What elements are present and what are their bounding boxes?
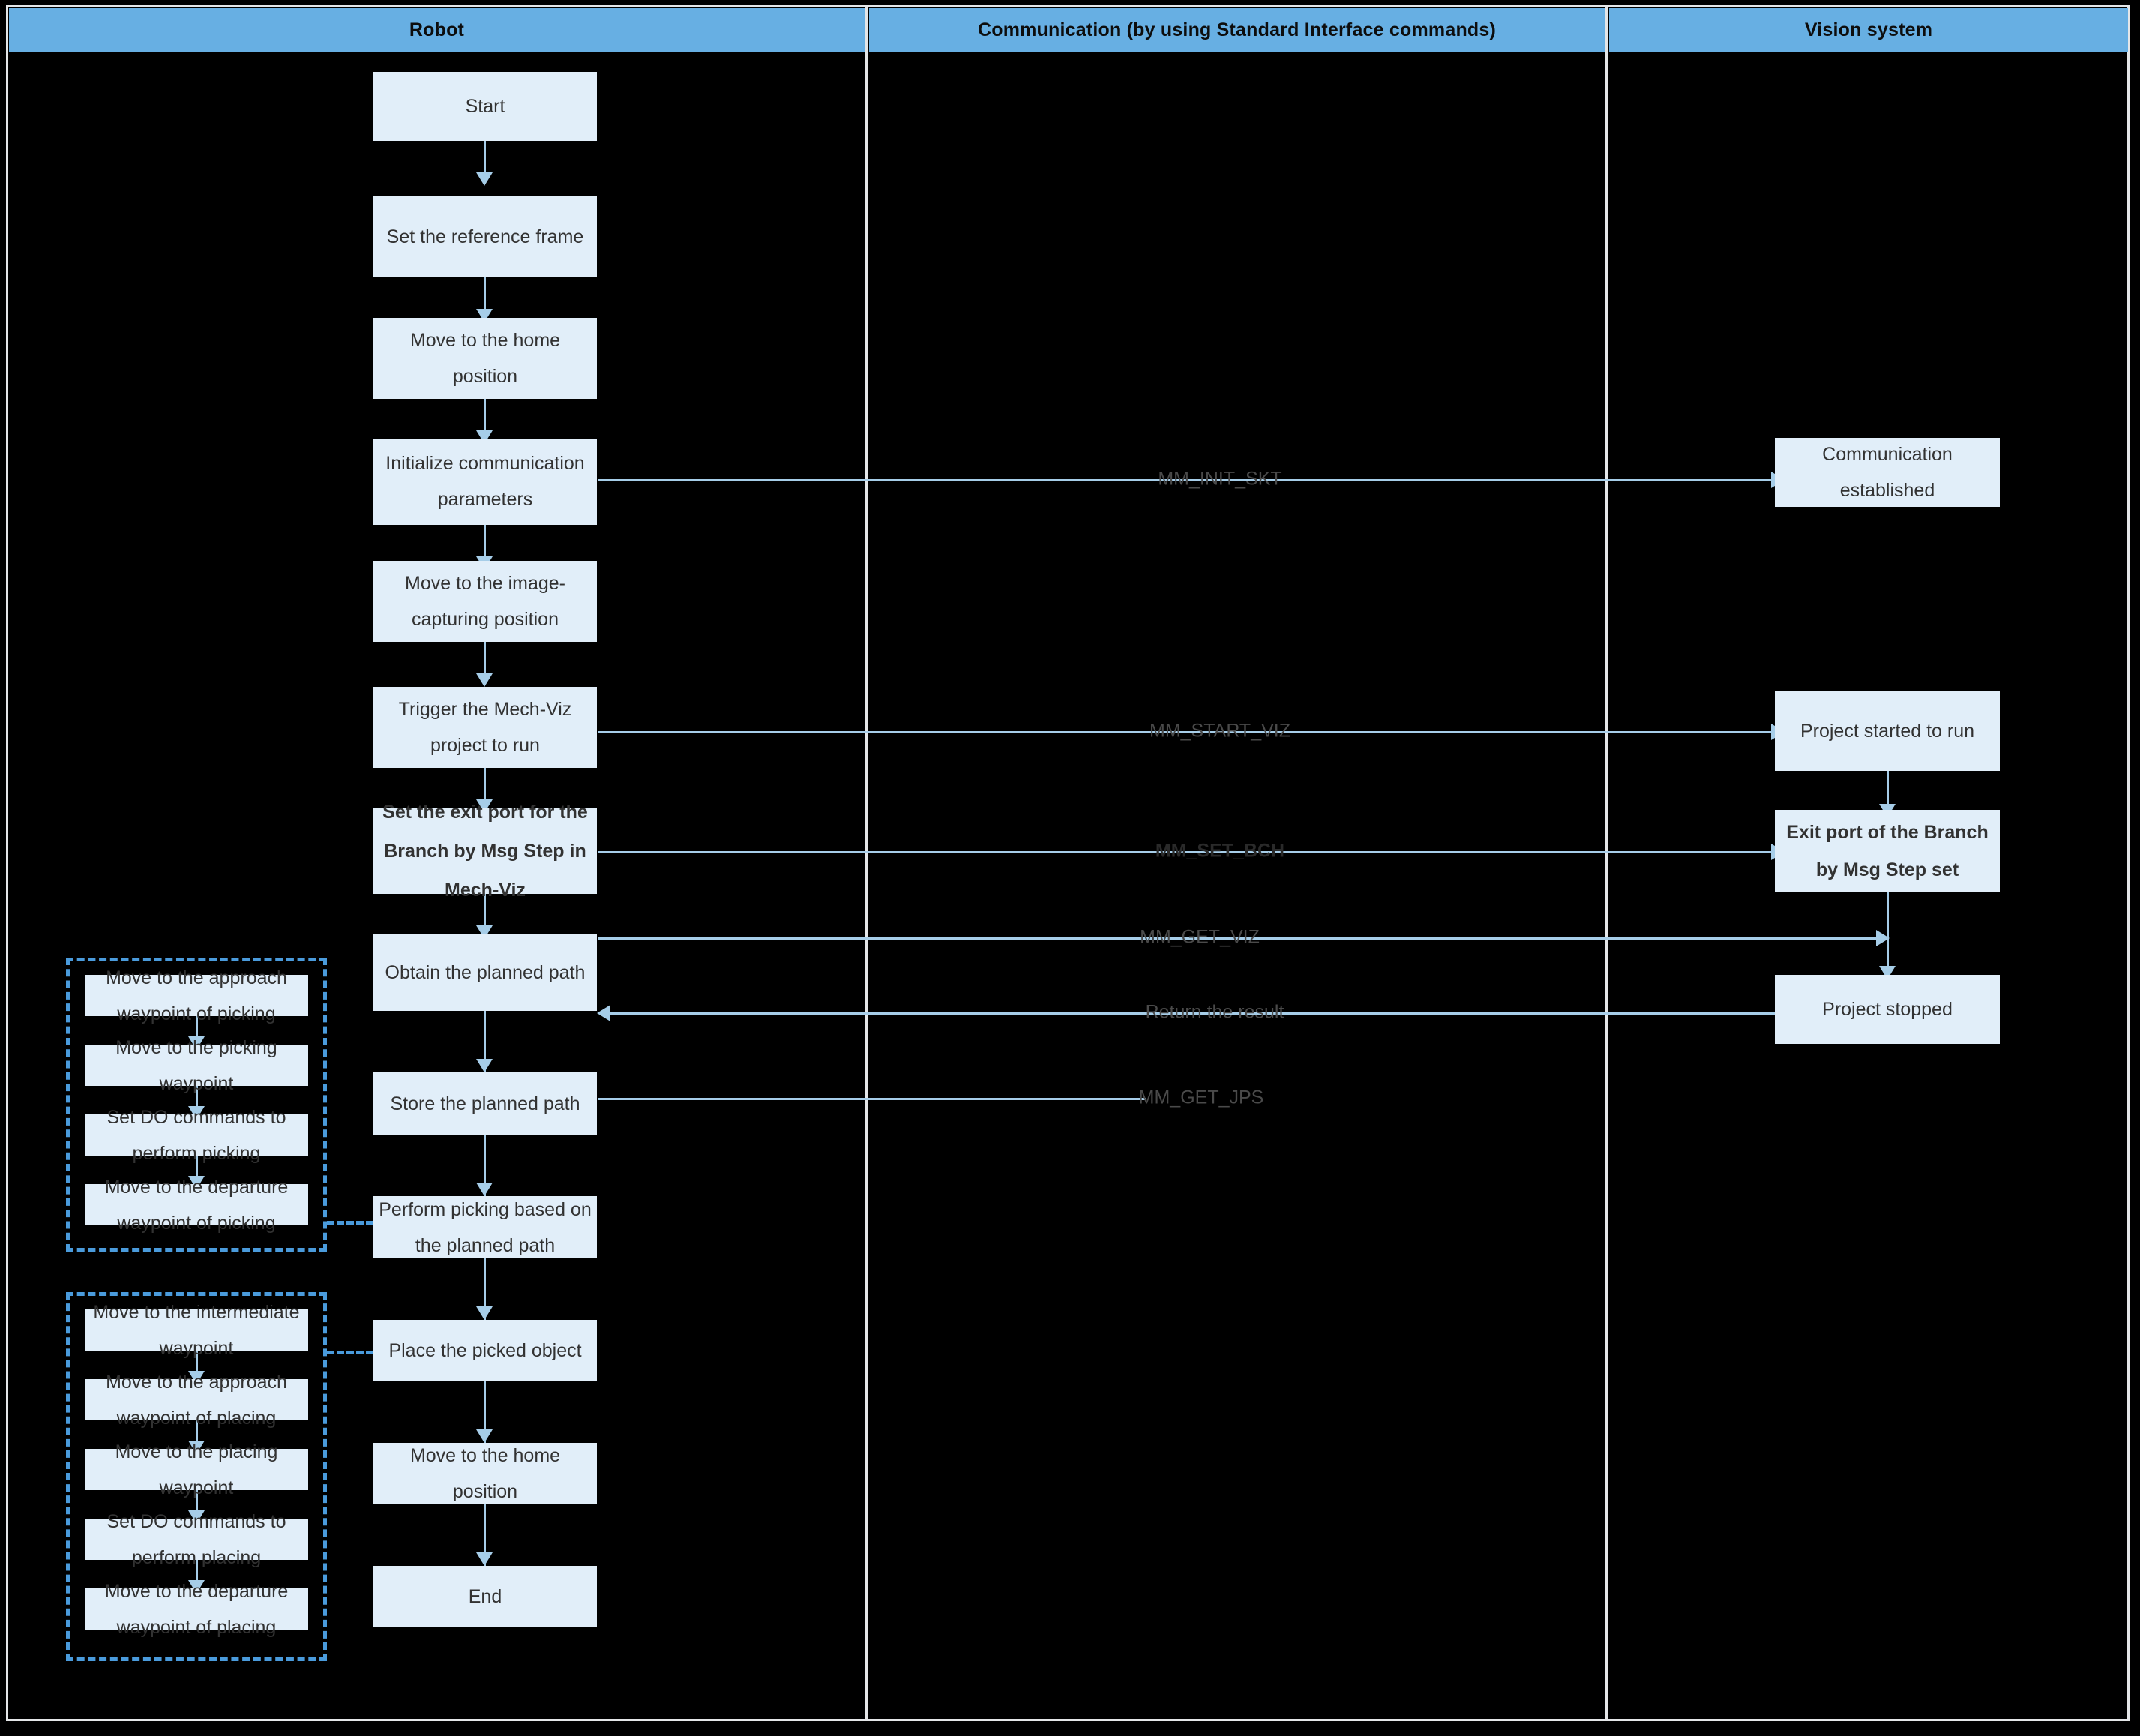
node-approach-waypoint-placing-label: Move to the approach waypoint of placing: [106, 1371, 287, 1429]
arrowhead-return-result: [597, 1005, 610, 1021]
flowchart-canvas: Robot Communication (by using Standard I…: [0, 0, 2140, 1736]
msglabel-mm-start-viz: MM_START_VIZ: [1149, 720, 1290, 742]
lane-divider-robot-communication: [865, 5, 868, 1721]
node-approach-waypoint-picking[interactable]: Move to the approach waypoint of picking: [85, 967, 308, 1024]
connector-home-to-init: [484, 399, 486, 435]
node-store-planned-path[interactable]: Store the planned path: [373, 1072, 597, 1135]
node-communication-established-label: Communication established: [1822, 444, 1953, 501]
msglabel-return-result: Return the result: [1145, 1001, 1284, 1023]
node-set-reference-frame[interactable]: Set the reference frame: [373, 196, 597, 277]
node-intermediate-waypoint[interactable]: Move to the intermediate waypoint: [85, 1302, 308, 1359]
node-obtain-planned-path[interactable]: Obtain the planned path: [373, 934, 597, 1011]
dashed-connector-picking-group: [327, 1221, 373, 1225]
node-obtain-planned-path-label: Obtain the planned path: [385, 962, 586, 983]
node-move-home-1-label: Move to the home position: [409, 330, 561, 387]
node-intermediate-waypoint-label: Move to the intermediate waypoint: [93, 1301, 300, 1359]
lane-divider-communication-vision: [1605, 5, 1608, 1721]
node-placing-waypoint-label: Move to the placing waypoint: [115, 1441, 278, 1498]
node-set-exit-port[interactable]: Set the exit port for the Branch by Msg …: [373, 802, 597, 901]
arrowhead-home-to-end: [476, 1552, 493, 1566]
node-communication-established[interactable]: Communication established: [1775, 438, 2000, 507]
lane-header-vision-label: Vision system: [1804, 19, 1933, 40]
lane-header-communication: Communication (by using Standard Interfa…: [869, 8, 1605, 52]
node-place-picked-object-label: Place the picked object: [388, 1340, 582, 1361]
node-departure-waypoint-placing[interactable]: Move to the departure waypoint of placin…: [85, 1581, 308, 1638]
connector-reference-to-home: [484, 277, 486, 313]
node-project-started-label: Project started to run: [1800, 721, 1975, 742]
msglabel-mm-get-viz: MM_GET_VIZ: [1140, 926, 1260, 948]
msglabel-mm-set-bch: MM_SET_BCH: [1155, 840, 1285, 862]
node-departure-waypoint-picking-label: Move to the departure waypoint of pickin…: [104, 1176, 289, 1234]
arrowhead-obtain-to-store: [476, 1059, 493, 1072]
node-move-image-capturing[interactable]: Move to the image-capturing position: [373, 561, 597, 642]
node-project-stopped-label: Project stopped: [1822, 999, 1953, 1020]
node-approach-waypoint-placing[interactable]: Move to the approach waypoint of placing: [85, 1372, 308, 1429]
connector-start-to-reference: [484, 141, 486, 177]
node-place-picked-object[interactable]: Place the picked object: [373, 1320, 597, 1381]
arrowhead-start-to-reference: [476, 172, 493, 186]
dashed-connector-placing-group: [327, 1351, 373, 1354]
node-perform-picking[interactable]: Perform picking based on the planned pat…: [373, 1196, 597, 1258]
msglabel-mm-get-jps: MM_GET_JPS: [1138, 1087, 1264, 1108]
node-store-planned-path-label: Store the planned path: [390, 1093, 580, 1114]
node-project-stopped[interactable]: Project stopped: [1775, 975, 2000, 1044]
lane-header-robot: Robot: [9, 8, 865, 52]
node-end-label: End: [468, 1586, 502, 1607]
node-move-image-capturing-label: Move to the image-capturing position: [405, 573, 565, 630]
arrowhead-capture-to-trigger: [476, 673, 493, 687]
node-do-commands-placing[interactable]: Set DO commands to perform placing: [85, 1511, 308, 1568]
msgline-mm-get-jps: [598, 1098, 1146, 1100]
lane-header-communication-label: Communication (by using Standard Interfa…: [977, 19, 1497, 40]
node-do-commands-picking[interactable]: Set DO commands to perform picking: [85, 1107, 308, 1164]
node-exit-port-set[interactable]: Exit port of the Branch by Msg Step set: [1775, 810, 2000, 892]
connector-init-to-capture: [484, 525, 486, 561]
node-move-home-1[interactable]: Move to the home position: [373, 318, 597, 399]
connector-capture-to-trigger: [484, 642, 486, 678]
node-do-commands-picking-label: Set DO commands to perform picking: [106, 1106, 286, 1164]
arrowhead-picking-to-place: [476, 1306, 493, 1320]
node-set-exit-port-label: Set the exit port for the Branch by Msg …: [382, 802, 588, 901]
node-set-reference-frame-label: Set the reference frame: [386, 226, 584, 247]
node-placing-waypoint[interactable]: Move to the placing waypoint: [85, 1441, 308, 1498]
node-end[interactable]: End: [373, 1566, 597, 1627]
node-exit-port-set-label: Exit port of the Branch by Msg Step set: [1786, 822, 1989, 880]
node-picking-waypoint-label: Move to the picking waypoint: [115, 1036, 277, 1094]
node-init-comm-params[interactable]: Initialize communication parameters: [373, 439, 597, 525]
lane-header-robot-label: Robot: [409, 19, 465, 40]
node-start[interactable]: Start: [373, 72, 597, 141]
node-project-started[interactable]: Project started to run: [1775, 691, 2000, 771]
node-start-label: Start: [465, 96, 505, 117]
node-move-home-2[interactable]: Move to the home position: [373, 1443, 597, 1504]
node-perform-picking-label: Perform picking based on the planned pat…: [379, 1198, 592, 1256]
msglabel-mm-init-skt: MM_INIT_SKT: [1158, 468, 1282, 490]
node-departure-waypoint-picking[interactable]: Move to the departure waypoint of pickin…: [85, 1177, 308, 1234]
node-picking-waypoint[interactable]: Move to the picking waypoint: [85, 1037, 308, 1094]
node-do-commands-placing-label: Set DO commands to perform placing: [106, 1510, 286, 1568]
node-approach-waypoint-picking-label: Move to the approach waypoint of picking: [106, 967, 287, 1024]
lane-header-vision: Vision system: [1609, 8, 2128, 52]
node-move-home-2-label: Move to the home position: [409, 1445, 561, 1502]
node-init-comm-params-label: Initialize communication parameters: [385, 453, 585, 510]
node-trigger-mechviz-label: Trigger the Mech-Viz project to run: [398, 699, 572, 756]
node-departure-waypoint-placing-label: Move to the departure waypoint of placin…: [104, 1580, 289, 1638]
connector-exitport-to-stopped: [1887, 892, 1889, 976]
node-trigger-mechviz[interactable]: Trigger the Mech-Viz project to run: [373, 687, 597, 768]
